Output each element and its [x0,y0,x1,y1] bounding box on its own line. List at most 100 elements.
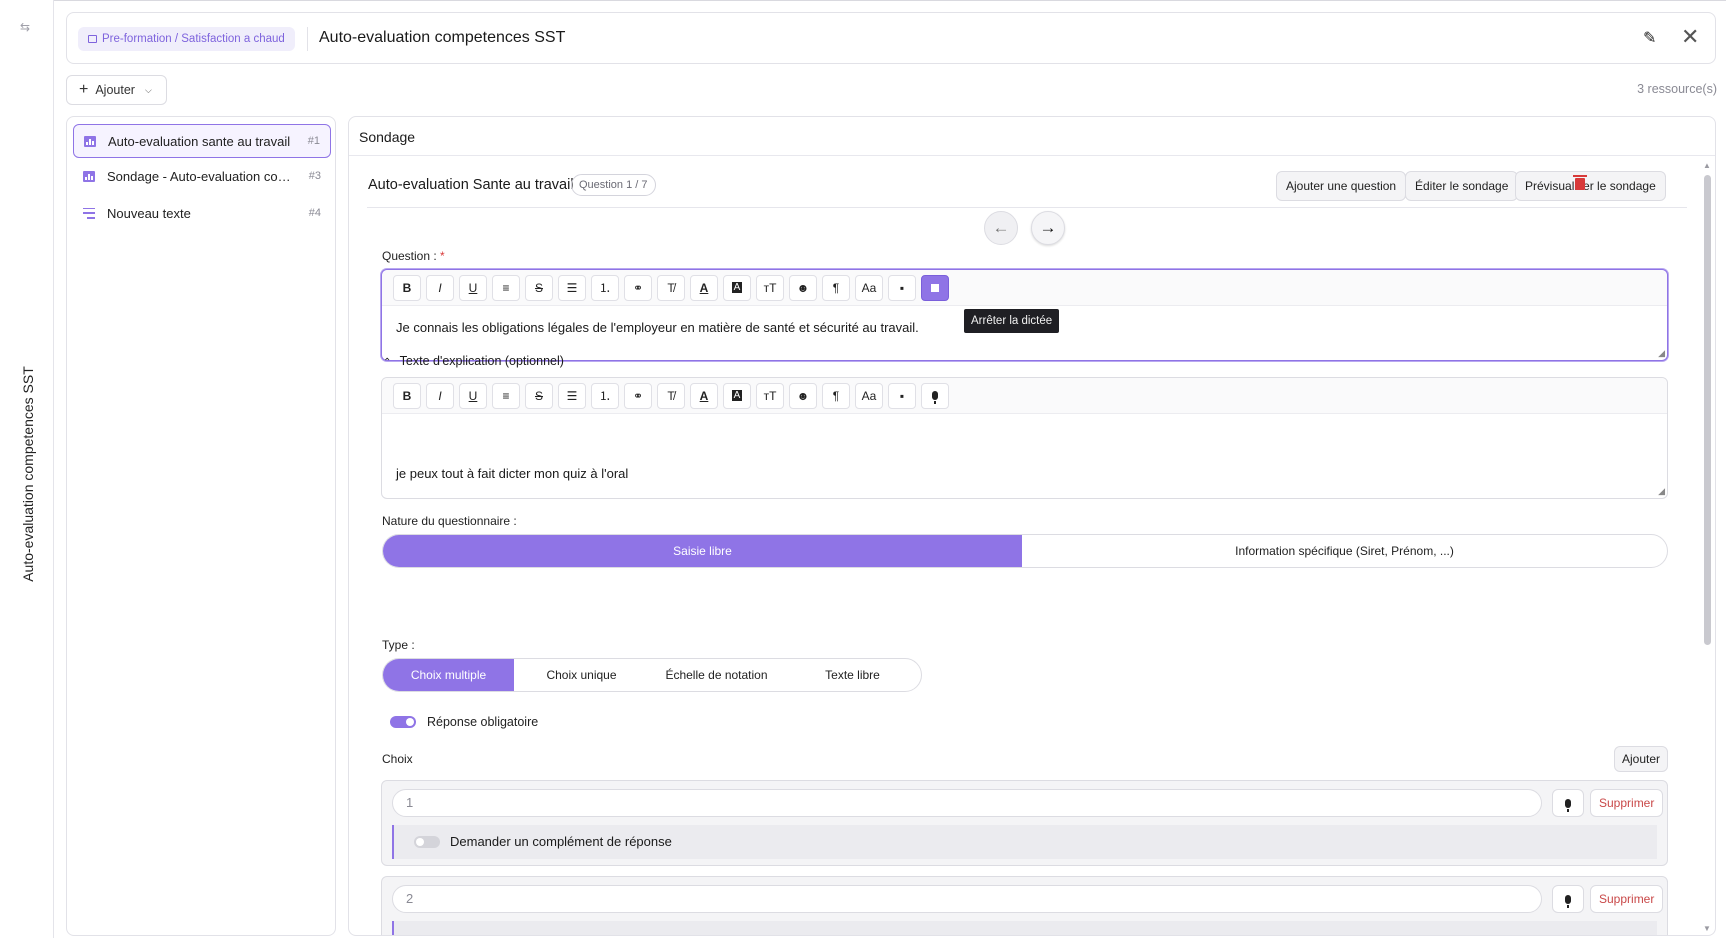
complement-row [392,921,1657,935]
resize-handle-icon[interactable]: ◢ [1658,348,1665,359]
stop-dictation-button[interactable] [921,274,949,301]
resize-handle-icon[interactable]: ◢ [1658,486,1665,497]
dictation-button[interactable] [1552,789,1584,817]
explanation-editor[interactable]: B I U ≡ S ☰ ⒈ ⚭ T̸ A A ᴛT ☻ ¶ Aa ▪ je pe… [381,377,1668,499]
text-color-button[interactable]: A [690,382,718,409]
trash-icon[interactable] [1573,175,1587,190]
question-text[interactable]: Je connais les obligations légales de l'… [396,320,919,335]
align-button[interactable]: ≡ [492,382,520,409]
numbered-list-button[interactable]: ⒈ [591,274,619,301]
numbered-list-icon: ⒈ [598,389,611,403]
dictation-button[interactable] [921,382,949,409]
highlight-button[interactable]: A [723,274,751,301]
survey-name: Auto-evaluation Sante au travail [368,177,574,193]
italic-button[interactable]: I [426,382,454,409]
explanation-toggle[interactable]: ⌃ Texte d'explication (optionnel) [383,354,564,368]
strikethrough-button[interactable]: S [525,274,553,301]
next-question-button[interactable]: → [1031,211,1065,245]
underline-button[interactable]: U [459,274,487,301]
choice-input[interactable]: 1 [392,789,1542,817]
type-option-rating-scale[interactable]: Échelle de notation [649,659,784,691]
question-editor-toolbar: B I U ≡ S ☰ ⒈ ⚭ T̸ A A ᴛT ☻ ¶ Aa ▪ [382,270,1667,306]
bullet-list-button[interactable]: ☰ [558,274,586,301]
question-label-text: Question : [382,249,437,263]
clear-format-button[interactable]: T̸ [657,382,685,409]
text-color-button[interactable]: A [690,274,718,301]
panel-title: Sondage [359,129,416,145]
resource-item[interactable]: Sondage - Auto-evaluation competences SS… [73,159,331,193]
delete-choice-button[interactable]: Supprimer [1590,885,1664,913]
bold-button[interactable]: B [393,274,421,301]
choice-item: 2 Supprimer [381,876,1668,935]
required-mark: * [440,249,445,263]
scrollbar[interactable]: ▲ ▼ [1702,161,1712,933]
image-button[interactable]: ▪ [888,382,916,409]
italic-button[interactable]: I [426,274,454,301]
font-size-button[interactable]: ᴛT [756,274,784,301]
chevron-down-icon: ⌵ [144,84,152,95]
type-option-single-choice[interactable]: Choix unique [514,659,649,691]
nature-option-free-input[interactable]: Saisie libre [383,535,1022,567]
choice-input[interactable]: 2 [392,885,1542,913]
highlight-button[interactable]: A [723,382,751,409]
link-icon: ⚭ [632,388,644,403]
explanation-toggle-label: Texte d'explication (optionnel) [399,354,564,368]
paragraph-button[interactable]: ¶ [822,274,850,301]
collapsed-sidebar: ⇆ Auto-evaluation competences SST [0,0,54,938]
add-choice-button[interactable]: Ajouter [1614,746,1669,772]
type-option-multiple-choice[interactable]: Choix multiple [383,659,514,691]
chevron-up-icon: ⌃ [383,357,392,368]
question-counter: Question 1 / 7 [571,174,656,196]
survey-panel: Sondage ▲ ▼ Auto-evaluation Sante au tra… [348,116,1716,936]
close-icon[interactable]: ✕ [1681,24,1699,50]
font-size-button[interactable]: ᴛT [756,382,784,409]
edit-icon[interactable]: ✎ [1643,28,1656,48]
explanation-editor-toolbar: B I U ≡ S ☰ ⒈ ⚭ T̸ A A ᴛT ☻ ¶ Aa ▪ [382,378,1667,414]
numbered-list-icon: ⒈ [598,281,611,295]
resource-item[interactable]: Nouveau texte #4 [73,196,331,230]
bold-button[interactable]: B [393,382,421,409]
mandatory-toggle[interactable] [390,716,416,728]
link-button[interactable]: ⚭ [624,382,652,409]
numbered-list-button[interactable]: ⒈ [591,382,619,409]
scroll-up-icon[interactable]: ▲ [1703,161,1711,170]
dictation-button[interactable] [1552,885,1584,913]
bold-icon: B [402,280,412,295]
case-button[interactable]: Aa [855,382,883,409]
complement-toggle[interactable] [414,836,440,848]
nature-option-specific-info[interactable]: Information spécifique (Siret, Prénom, .… [1022,535,1667,567]
text-color-icon: A [699,280,709,295]
clear-format-button[interactable]: T̸ [657,274,685,301]
complement-label: Demander un complément de réponse [450,834,672,849]
bar-chart-icon [83,170,95,182]
emoji-button[interactable]: ☻ [789,274,817,301]
add-question-button[interactable]: Ajouter une question [1276,171,1407,201]
resource-item-label: Nouveau texte [107,205,191,221]
preview-survey-button[interactable]: Prévisualiser le sondage [1515,171,1666,201]
scrollbar-thumb[interactable] [1704,175,1711,645]
expand-sidebar-icon[interactable]: ⇆ [20,20,30,34]
align-button[interactable]: ≡ [492,274,520,301]
explanation-text[interactable]: je peux tout à fait dicter mon quiz à l'… [396,466,628,481]
emoji-button[interactable]: ☻ [789,382,817,409]
mandatory-label: Réponse obligatoire [427,715,539,729]
align-icon: ≡ [502,388,510,403]
bullet-list-button[interactable]: ☰ [558,382,586,409]
divider [349,155,1715,156]
scroll-down-icon[interactable]: ▼ [1703,924,1711,933]
align-icon: ≡ [502,280,510,295]
paragraph-button[interactable]: ¶ [822,382,850,409]
breadcrumb[interactable]: Pre-formation / Satisfaction a chaud [78,27,295,51]
type-label: Type : [382,638,415,652]
strikethrough-button[interactable]: S [525,382,553,409]
link-button[interactable]: ⚭ [624,274,652,301]
image-button[interactable]: ▪ [888,274,916,301]
delete-choice-button[interactable]: Supprimer [1590,789,1664,817]
case-button[interactable]: Aa [855,274,883,301]
edit-survey-button[interactable]: Éditer le sondage [1405,171,1519,201]
previous-question-button[interactable]: ← [984,211,1018,245]
type-option-free-text[interactable]: Texte libre [784,659,921,691]
underline-button[interactable]: U [459,382,487,409]
add-resource-button[interactable]: + Ajouter ⌵ [66,75,167,105]
resource-item[interactable]: Auto-evaluation sante au travail #1 [73,124,331,158]
